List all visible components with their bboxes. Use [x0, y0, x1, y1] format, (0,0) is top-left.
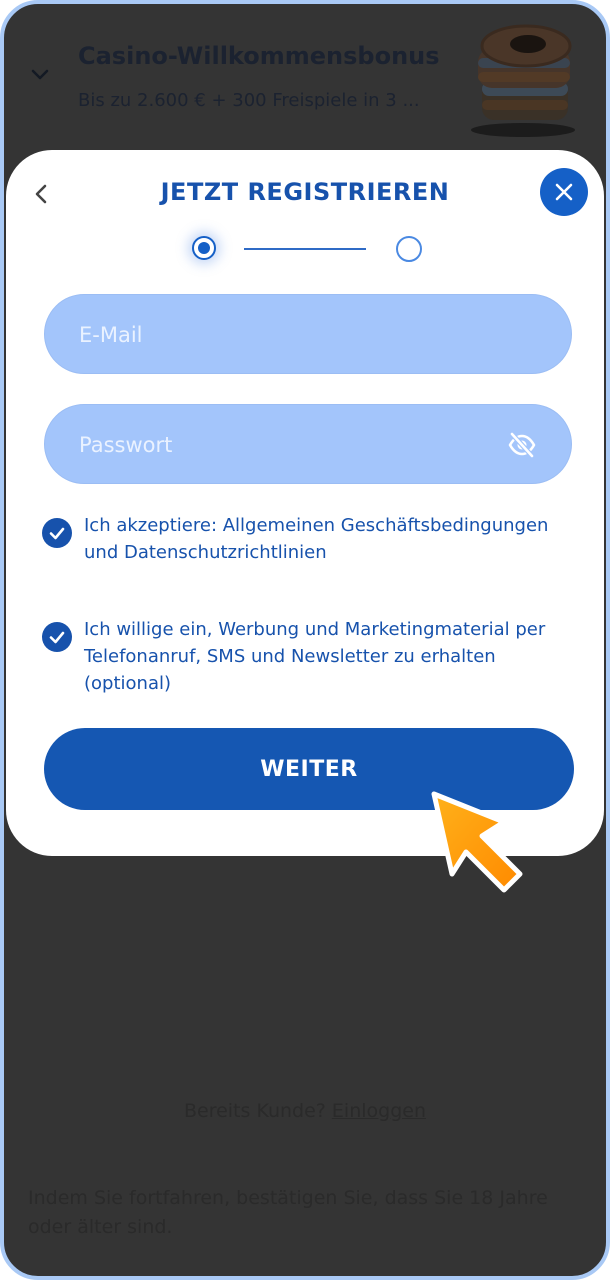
password-input[interactable] [77, 405, 501, 485]
step-indicator [188, 234, 424, 266]
chevron-down-icon[interactable] [28, 62, 52, 86]
password-field-container [44, 404, 572, 485]
pointer-hand-icon [431, 791, 523, 893]
terms-consent-text[interactable]: Ich akzeptiere: Allgemeinen Geschäftsbed… [84, 512, 574, 566]
terms-checkbox[interactable] [42, 518, 72, 548]
casino-chips-image [471, 24, 575, 137]
checkmark-icon [49, 527, 65, 540]
email-field-container [44, 294, 572, 375]
login-link[interactable]: Einloggen [332, 1100, 426, 1122]
bonus-subtitle: Bis zu 2.600 € + 300 Freispiele in 3 ... [78, 90, 420, 111]
step-1-dot-active [192, 236, 216, 260]
bonus-banner[interactable]: Casino-Willkommensbonus Bis zu 2.600 € +… [4, 4, 606, 154]
close-button[interactable] [540, 168, 588, 216]
checkmark-icon [49, 631, 65, 644]
step-connector [244, 248, 366, 250]
modal-title: JETZT REGISTRIEREN [160, 178, 450, 206]
marketing-checkbox[interactable] [42, 622, 72, 652]
email-input[interactable] [77, 295, 501, 375]
existing-customer-text: Bereits Kunde? [183, 1100, 326, 1122]
step-2-dot [396, 236, 422, 262]
close-icon [555, 183, 573, 201]
marketing-consent-text[interactable]: Ich willige ein, Werbung und Marketingma… [84, 616, 574, 697]
bonus-title: Casino-Willkommensbonus [78, 42, 440, 70]
phone-frame: Casino-Willkommensbonus Bis zu 2.600 € +… [0, 0, 610, 1280]
existing-customer-line: Bereits Kunde? Einloggen [4, 1100, 606, 1122]
eye-off-icon[interactable] [507, 431, 537, 459]
registration-modal: JETZT REGISTRIEREN E-Mail Ich akzeptiere… [6, 150, 604, 856]
age-notice: Indem Sie fortfahren, bestätigen Sie, da… [28, 1187, 548, 1238]
